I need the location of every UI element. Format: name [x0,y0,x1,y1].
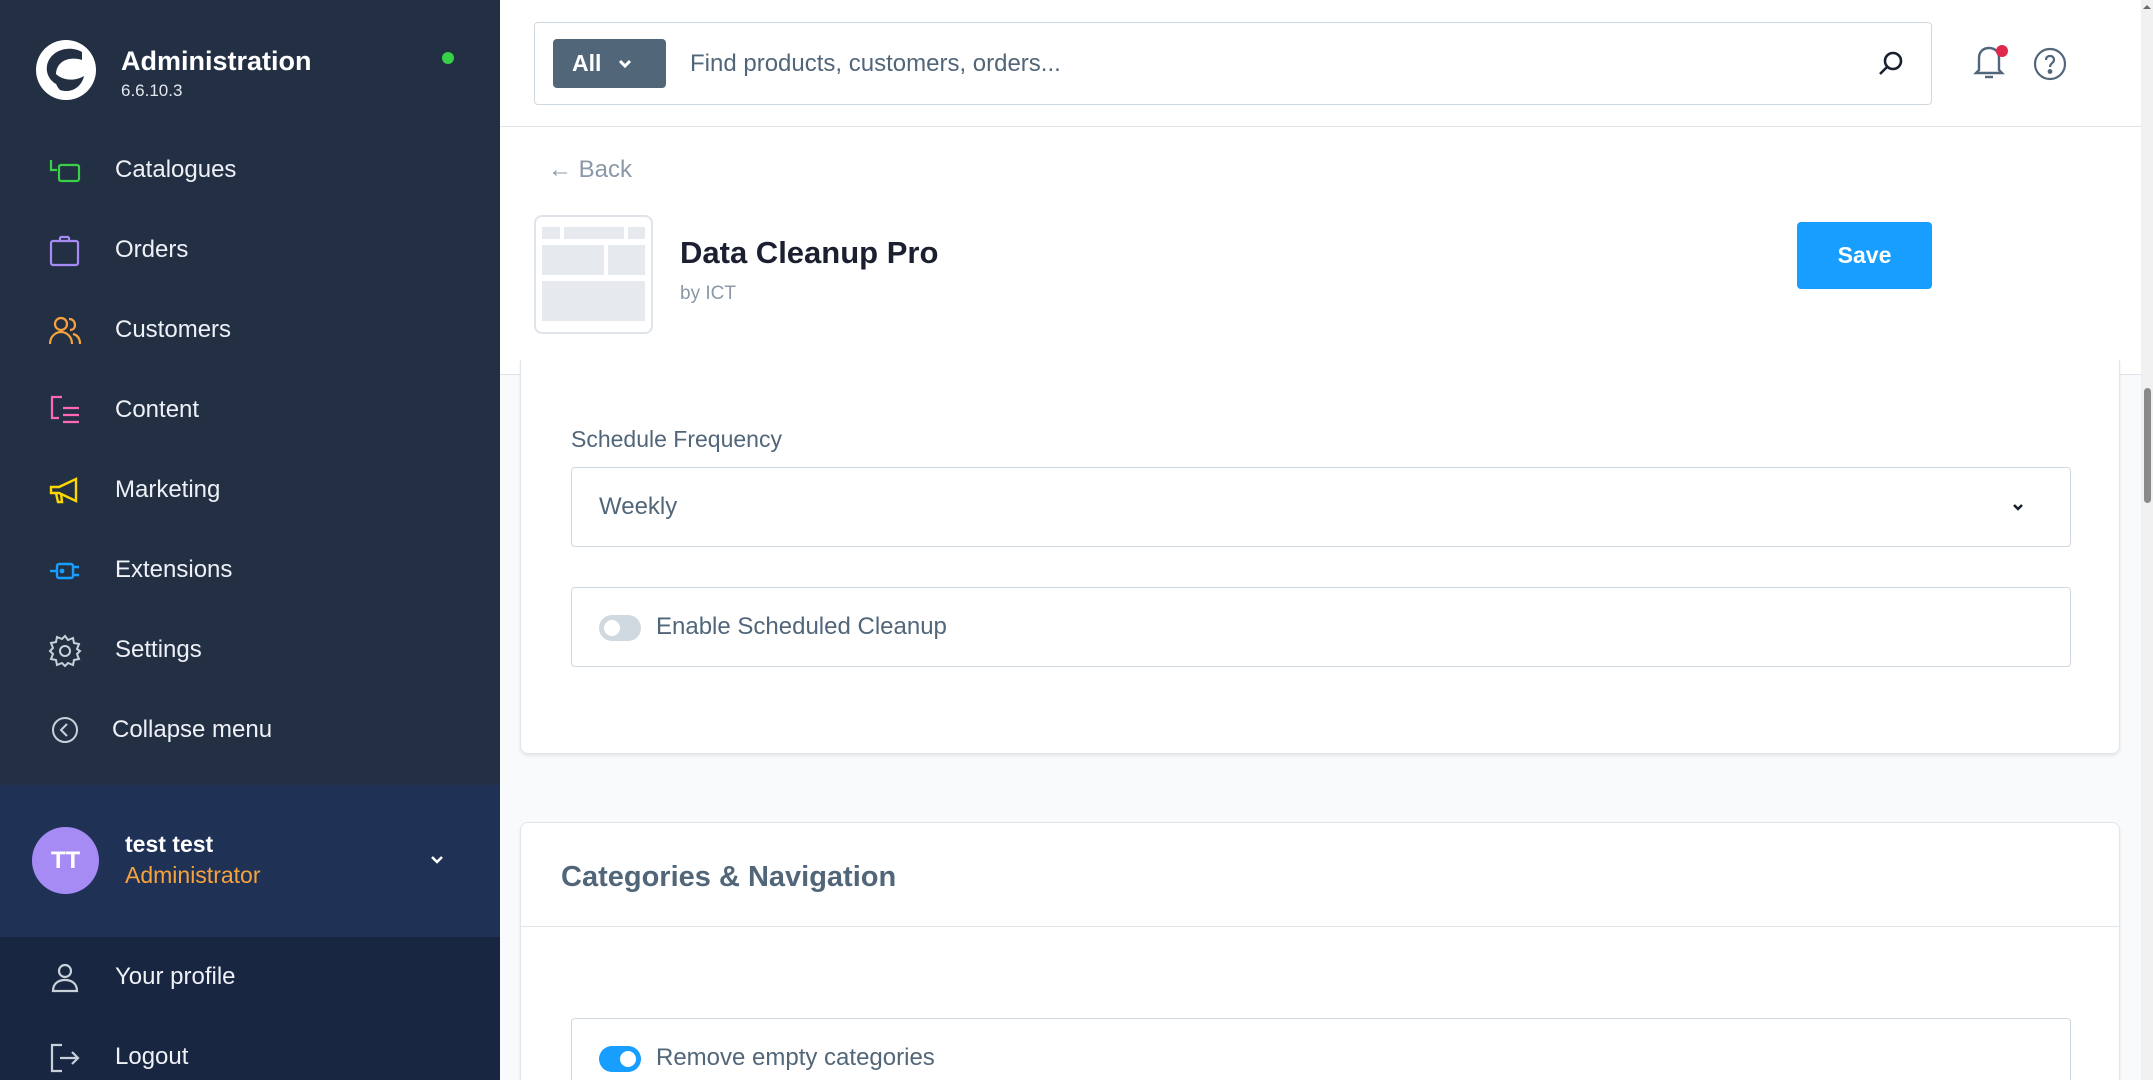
nav-item-orders[interactable]: Orders [0,210,500,290]
enable-scheduled-cleanup-label: Enable Scheduled Cleanup [656,613,947,640]
content-icon [50,395,79,424]
enable-scheduled-cleanup-field: Enable Scheduled Cleanup [571,587,2071,667]
brand-header: Administration 6.6.10.3 [0,0,500,140]
logout-label: Logout [115,1043,189,1070]
back-link[interactable]: ← Back [548,156,632,184]
nav-item-catalogues[interactable]: Catalogues [0,130,500,210]
account-menu: Your profile Logout [0,937,500,1080]
top-bar: All [500,0,2141,127]
user-icon [51,963,79,993]
nav-label-customers: Customers [115,316,232,343]
user-role: Administrator [125,862,261,888]
megaphone-icon [49,477,78,504]
schedule-card: Schedule Frequency Weekly Enable Schedul… [520,360,2120,754]
global-search: All [534,22,1932,105]
chevron-down-icon [2013,504,2023,511]
user-name: test test [125,831,214,857]
card-header: Categories & Navigation [521,823,2119,927]
app-vendor: by ICT [680,283,736,304]
notification-dot [1996,45,2008,57]
chevron-down-icon[interactable] [425,847,449,871]
nav-label-content: Content [115,396,200,423]
nav-label-settings: Settings [115,636,202,663]
remove-empty-categories-toggle[interactable] [599,1046,641,1072]
chevron-down-icon [619,59,632,68]
schedule-frequency-label: Schedule Frequency [571,426,782,452]
nav-item-customers[interactable]: Customers [0,290,500,370]
toggle-knob [604,620,620,636]
nav-label-extensions: Extensions [115,556,233,583]
app-placeholder-icon [542,227,645,321]
scroll-thumb[interactable] [2144,388,2151,503]
gear-icon [48,634,82,668]
nav-label-catalogues: Catalogues [115,156,237,183]
save-button[interactable]: Save [1797,222,1932,289]
nav-item-content[interactable]: Content [0,370,500,450]
app-thumbnail [534,215,653,334]
shopware-logo-icon [36,40,96,100]
nav-label-collapse: Collapse menu [112,716,273,743]
user-menu[interactable]: TT test test Administrator [0,785,500,937]
help-icon[interactable] [2032,46,2068,82]
logout-link[interactable]: Logout [0,1017,500,1080]
customers-icon [48,316,82,345]
plug-icon [50,562,79,580]
logout-icon [50,1043,80,1073]
nav-label-marketing: Marketing [115,476,221,503]
schedule-frequency-value: Weekly [599,493,678,520]
nav-label-orders: Orders [115,236,189,263]
enable-scheduled-cleanup-toggle[interactable] [599,615,641,641]
nav-item-settings[interactable]: Settings [0,610,500,690]
avatar: TT [32,827,99,894]
your-profile-link[interactable]: Your profile [0,937,500,1017]
search-input[interactable] [690,39,1840,88]
scroll-up-arrow-icon[interactable] [2142,2,2152,12]
categories-card: Categories & Navigation Remove empty cat… [520,822,2120,1080]
remove-empty-categories-label: Remove empty categories [656,1044,935,1071]
page-header: ← Back Data Cleanup Pro by ICT Save [500,127,2141,375]
search-icon[interactable] [1875,48,1907,80]
toggle-knob [620,1051,636,1067]
search-type-dropdown[interactable]: All [553,39,666,88]
sidebar: Administration 6.6.10.3 Catalogues Order… [0,0,500,1080]
catalogues-icon [49,160,81,183]
brand-title: Administration [121,46,312,76]
page-scrollbar[interactable] [2141,0,2153,1080]
status-indicator [442,52,454,64]
nav-item-marketing[interactable]: Marketing [0,450,500,530]
schedule-frequency-select[interactable]: Weekly [571,467,2071,547]
collapse-menu-button[interactable]: Collapse menu [0,690,500,770]
remove-empty-categories-field: Remove empty categories [571,1018,2071,1080]
chevron-left-circle-icon [52,717,78,743]
card-title: Categories & Navigation [561,861,897,893]
your-profile-label: Your profile [115,963,236,990]
brand-version: 6.6.10.3 [121,81,183,100]
search-type-label: All [572,50,602,76]
shopping-bag-icon [49,235,80,267]
page-title: Data Cleanup Pro [680,235,939,270]
nav-item-extensions[interactable]: Extensions [0,530,500,610]
